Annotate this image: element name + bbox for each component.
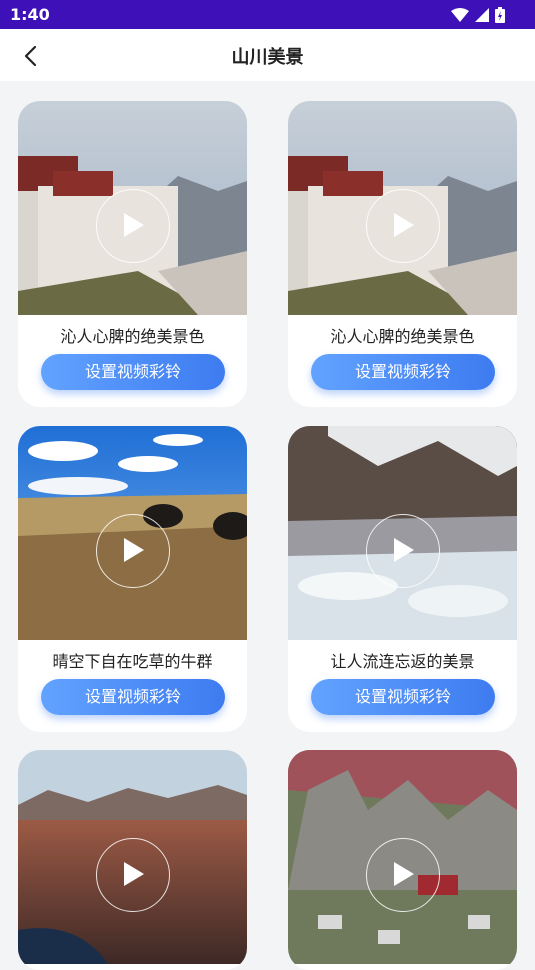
battery-icon (495, 7, 505, 23)
signal-icon (475, 8, 489, 22)
play-icon (124, 538, 144, 562)
play-button[interactable] (96, 838, 170, 912)
video-card[interactable]: 沁人心脾的绝美景色 设置视频彩铃 (18, 101, 247, 407)
play-button[interactable] (96, 189, 170, 263)
set-video-ringtone-button[interactable]: 设置视频彩铃 (41, 679, 225, 715)
video-thumbnail[interactable] (18, 426, 247, 640)
video-card[interactable]: 晴空下自在吃草的牛群 设置视频彩铃 (18, 426, 247, 732)
video-card[interactable]: 沁人心脾的绝美景色 设置视频彩铃 (288, 101, 517, 407)
video-thumbnail[interactable] (288, 426, 517, 640)
play-icon (394, 538, 414, 562)
set-video-ringtone-button[interactable]: 设置视频彩铃 (311, 679, 495, 715)
status-time: 1:40 (10, 5, 50, 24)
set-video-ringtone-button[interactable]: 设置视频彩铃 (41, 354, 225, 390)
video-thumbnail[interactable] (18, 750, 247, 964)
video-card[interactable] (288, 750, 517, 970)
video-thumbnail[interactable] (18, 101, 247, 315)
video-card[interactable] (18, 750, 247, 970)
play-button[interactable] (366, 838, 440, 912)
play-icon (124, 862, 144, 886)
video-caption: 让人流连忘返的美景 (330, 652, 475, 671)
video-card[interactable]: 让人流连忘返的美景 设置视频彩铃 (288, 426, 517, 732)
video-caption: 沁人心脾的绝美景色 (330, 327, 475, 346)
status-icons (451, 7, 505, 23)
video-caption: 晴空下自在吃草的牛群 (52, 652, 213, 671)
play-icon (124, 213, 144, 237)
status-bar: 1:40 (0, 0, 535, 29)
page-title: 山川美景 (231, 47, 304, 68)
play-icon (394, 213, 414, 237)
play-button[interactable] (366, 189, 440, 263)
wifi-icon (451, 8, 469, 22)
video-caption: 沁人心脾的绝美景色 (60, 327, 205, 346)
play-icon (394, 862, 414, 886)
play-button[interactable] (366, 514, 440, 588)
video-thumbnail[interactable] (288, 750, 517, 964)
app-bar: 山川美景 (0, 29, 535, 81)
play-button[interactable] (96, 514, 170, 588)
set-video-ringtone-button[interactable]: 设置视频彩铃 (311, 354, 495, 390)
video-thumbnail[interactable] (288, 101, 517, 315)
